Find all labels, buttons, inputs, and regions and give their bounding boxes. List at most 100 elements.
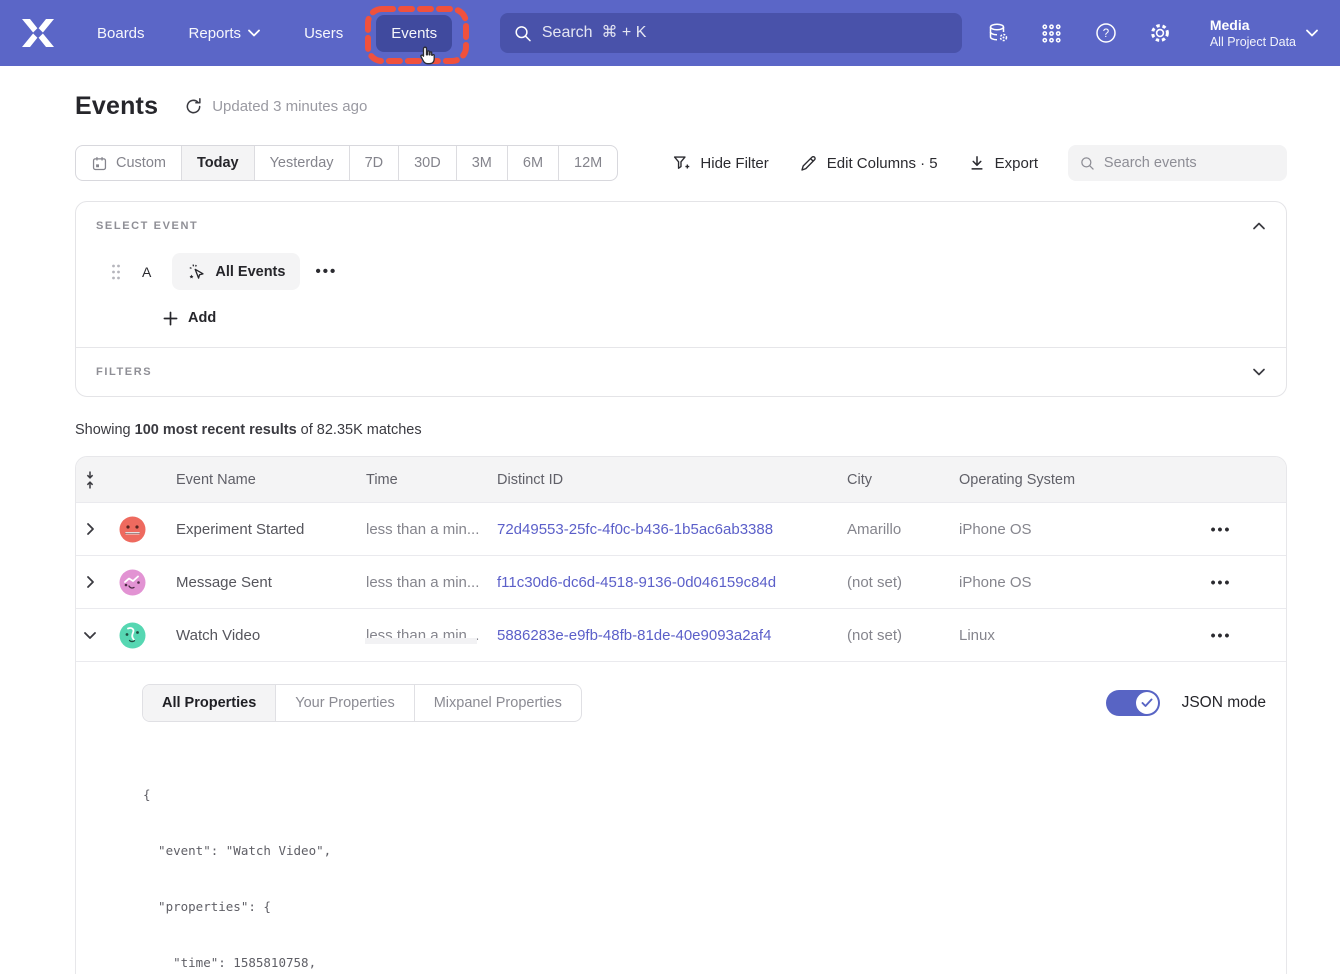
range-12m[interactable]: 12M [558, 146, 617, 180]
event-more-button[interactable]: ••• [315, 263, 337, 280]
tab-all-properties[interactable]: All Properties [143, 685, 275, 721]
refresh-icon[interactable] [184, 97, 203, 116]
export-button[interactable]: Export [968, 154, 1038, 172]
row-more-button[interactable]: ••• [1211, 521, 1232, 537]
results-prefix: Showing [75, 422, 135, 438]
date-range-control: Custom Today Yesterday 7D 30D 3M 6M 12M [75, 145, 618, 181]
event-name: Message Sent [166, 574, 356, 591]
filters-section: FILTERS [76, 348, 1286, 396]
event-name: Watch Video [166, 627, 356, 644]
apps-grid-icon[interactable] [1040, 21, 1064, 45]
col-city[interactable]: City [837, 472, 949, 488]
table-row[interactable]: Message Sent less than a min... f11c30d6… [76, 555, 1286, 608]
range-3m[interactable]: 3M [456, 146, 507, 180]
distinct-id-link[interactable]: f11c30d6-dc6d-4518-9136-0d046159c84d [487, 574, 837, 591]
nav-events-wrap: Events [376, 15, 452, 52]
select-event-section: SELECT EVENT A All [76, 202, 1286, 347]
project-scope: All Project Data [1210, 34, 1296, 50]
settings-gear-icon[interactable] [1148, 21, 1172, 45]
nav-reports-label: Reports [189, 25, 242, 42]
row-more-button[interactable]: ••• [1211, 574, 1232, 590]
nav-reports[interactable]: Reports [174, 15, 276, 52]
chevron-down-icon [1306, 29, 1318, 37]
select-event-header[interactable]: SELECT EVENT [96, 219, 1266, 233]
magic-cursor-icon [187, 262, 206, 281]
row-collapse-button[interactable] [76, 631, 104, 640]
mixpanel-logo[interactable] [20, 18, 56, 48]
distinct-id-link[interactable]: 5886283e-e9fb-48fb-81de-40e9093a2af4 [487, 627, 837, 644]
range-today[interactable]: Today [181, 146, 254, 180]
help-icon[interactable]: ? [1094, 21, 1118, 45]
nav-users[interactable]: Users [289, 15, 358, 52]
nav-events[interactable]: Events [376, 15, 452, 52]
updated-timestamp: Updated 3 minutes ago [212, 98, 367, 115]
results-count: 100 most recent results [135, 422, 297, 438]
properties-tabs: All Properties Your Properties Mixpanel … [142, 684, 582, 722]
results-suffix: of 82.35K matches [297, 422, 422, 438]
json-line: "time": 1585810758, [143, 954, 1266, 973]
drag-handle-icon[interactable] [110, 263, 122, 281]
search-icon [1080, 155, 1095, 172]
event-name: Experiment Started [166, 521, 356, 538]
time-cell-highlight [365, 638, 477, 644]
data-management-icon[interactable] [986, 21, 1010, 45]
chevron-up-icon[interactable] [1252, 219, 1266, 233]
event-time: less than a min... [356, 627, 487, 644]
chevron-down-icon[interactable] [1252, 365, 1266, 379]
range-custom[interactable]: Custom [76, 146, 181, 180]
range-custom-label: Custom [116, 155, 166, 171]
sort-toggle[interactable] [76, 470, 104, 490]
global-search-input[interactable] [542, 24, 948, 42]
results-summary: Showing 100 most recent results of 82.35… [75, 422, 1287, 438]
add-label: Add [188, 310, 216, 326]
add-event-button[interactable]: Add [163, 310, 1266, 326]
top-navbar: Boards Reports Users Events [0, 0, 1340, 66]
col-time[interactable]: Time [356, 472, 487, 488]
detail-toolbar: All Properties Your Properties Mixpanel … [142, 684, 1266, 722]
download-icon [968, 154, 986, 172]
search-events-input[interactable] [1104, 155, 1275, 171]
table-row-expanded[interactable]: Watch Video less than a min... 5886283e-… [76, 608, 1286, 661]
event-selector-button[interactable]: All Events [172, 253, 300, 290]
row-more-button[interactable]: ••• [1211, 627, 1232, 643]
distinct-id-link[interactable]: 72d49553-25fc-4f0c-b436-1b5ac6ab3388 [487, 521, 837, 538]
edit-columns-button[interactable]: Edit Columns · 5 [799, 154, 938, 173]
range-yesterday[interactable]: Yesterday [254, 146, 349, 180]
project-selector[interactable]: Media All Project Data [1210, 16, 1318, 50]
check-icon [1141, 698, 1153, 708]
avatar-face-coral-icon [119, 516, 146, 543]
avatar-face-pink-icon [119, 569, 146, 596]
chevron-down-icon [248, 29, 260, 37]
filters-header[interactable]: FILTERS [96, 365, 1266, 379]
row-expand-button[interactable] [76, 575, 104, 589]
range-30d[interactable]: 30D [398, 146, 456, 180]
hide-filter-button[interactable]: Hide Filter [672, 154, 768, 173]
nav-boards[interactable]: Boards [82, 15, 160, 52]
search-events-box[interactable] [1068, 145, 1287, 181]
tab-your-properties[interactable]: Your Properties [275, 685, 413, 721]
event-step-row: A All Events ••• [110, 253, 1266, 290]
filters-label: FILTERS [96, 366, 152, 378]
tab-mixpanel-properties[interactable]: Mixpanel Properties [414, 685, 581, 721]
col-os[interactable]: Operating System [949, 472, 1156, 488]
json-mode-toggle[interactable] [1106, 690, 1160, 716]
event-detail-panel: All Properties Your Properties Mixpanel … [76, 661, 1286, 974]
table-row[interactable]: Experiment Started less than a min... 72… [76, 502, 1286, 555]
export-label: Export [995, 155, 1038, 172]
avatar-face-teal-icon [119, 622, 146, 649]
event-os: iPhone OS [949, 521, 1156, 538]
event-time: less than a min... [356, 521, 487, 538]
pencil-icon [799, 154, 818, 173]
range-6m[interactable]: 6M [507, 146, 558, 180]
col-event-name[interactable]: Event Name [166, 472, 356, 488]
calendar-icon [91, 155, 108, 172]
table-tools: Hide Filter Edit Columns · 5 Export [672, 145, 1287, 181]
funnel-icon [672, 154, 691, 173]
range-7d[interactable]: 7D [349, 146, 399, 180]
global-search[interactable] [500, 13, 962, 53]
row-expand-button[interactable] [76, 522, 104, 536]
json-mode-zone: JSON mode [1106, 690, 1266, 716]
json-line: "event": "Watch Video", [143, 842, 1266, 861]
select-event-label: SELECT EVENT [96, 220, 198, 232]
col-distinct-id[interactable]: Distinct ID [487, 472, 837, 488]
